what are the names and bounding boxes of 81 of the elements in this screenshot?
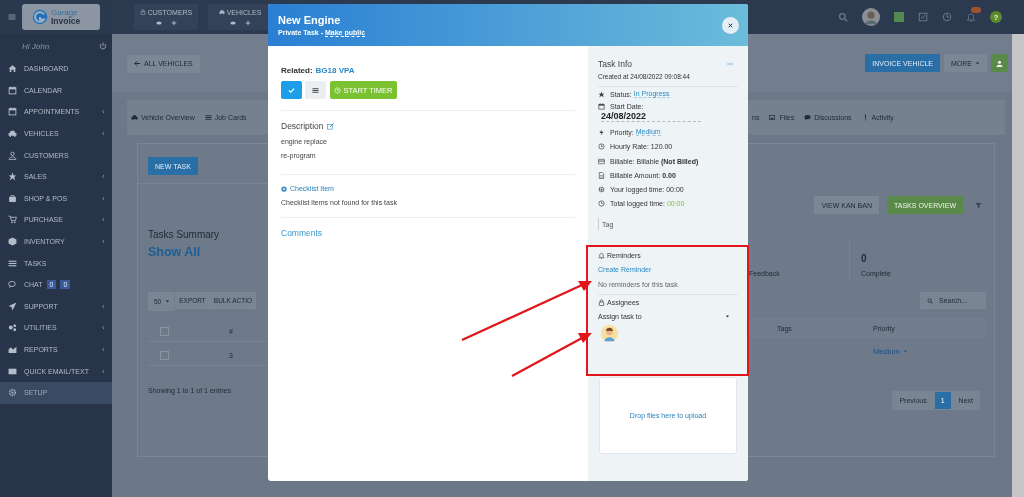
- card-icon: [598, 157, 605, 165]
- user-button[interactable]: [991, 54, 1008, 72]
- plane-icon: [8, 301, 17, 311]
- filter-icon[interactable]: [975, 201, 982, 209]
- scrollbar[interactable]: [1012, 34, 1024, 497]
- bolt-icon: [598, 128, 605, 136]
- assignee-avatar[interactable]: [601, 325, 618, 343]
- checklist-button[interactable]: [305, 81, 326, 99]
- menu-icon[interactable]: [8, 13, 16, 21]
- image-icon: [769, 114, 777, 121]
- bag-icon: [8, 193, 17, 203]
- chart-icon: [8, 345, 17, 354]
- checkbox[interactable]: [160, 326, 169, 336]
- lock-icon: [139, 9, 146, 15]
- logo[interactable]: Garage Invoice: [22, 4, 100, 30]
- logo-text: Invoice: [51, 17, 81, 25]
- stat-value: 0: [861, 253, 868, 264]
- chat-icon: [8, 280, 17, 290]
- related-label: Related:: [281, 66, 313, 75]
- power-icon[interactable]: [99, 42, 107, 50]
- list-icon: [312, 86, 319, 94]
- envelope-icon: [8, 366, 17, 376]
- home-icon: [8, 64, 17, 74]
- person-icon: [996, 59, 1003, 67]
- plus-icon[interactable]: [170, 19, 177, 26]
- close-icon: [727, 21, 734, 29]
- check-icon: [288, 86, 295, 94]
- search-icon: [927, 297, 933, 304]
- star-icon: [598, 90, 605, 98]
- bubble-icon: [804, 114, 812, 121]
- lock-icon: [598, 299, 605, 307]
- list-icon: [8, 258, 17, 268]
- related-link[interactable]: BG18 VPA: [315, 66, 355, 75]
- calendar-icon: [8, 107, 17, 117]
- star-icon: [8, 172, 17, 182]
- clock-icon: [598, 143, 605, 151]
- help-button[interactable]: ?: [990, 11, 1002, 23]
- bell-icon[interactable]: [966, 12, 976, 22]
- calendar-icon: [598, 103, 605, 111]
- section-title: Description: [281, 121, 324, 131]
- plus-circle-icon: [281, 185, 287, 192]
- cube-icon: [8, 237, 17, 247]
- car-icon: [218, 9, 225, 15]
- clock-icon: [598, 200, 605, 208]
- notification-badge: [971, 7, 981, 13]
- section-title: Task Info: [598, 59, 633, 69]
- date-field[interactable]: 24/08/2022: [601, 111, 701, 123]
- car-icon: [131, 114, 138, 121]
- eye-icon[interactable]: [229, 19, 236, 26]
- close-button[interactable]: [722, 16, 739, 34]
- gear-icon: [8, 388, 17, 398]
- logo-text: Garage: [51, 9, 78, 17]
- caret-icon: [975, 60, 980, 66]
- dialog-title: New Engine: [278, 14, 342, 26]
- avatar[interactable]: [862, 8, 880, 26]
- search-icon[interactable]: [838, 12, 848, 22]
- complete-button[interactable]: [281, 81, 302, 99]
- bell-icon: [598, 252, 605, 260]
- eye-icon[interactable]: [155, 19, 162, 26]
- calendar-icon: [8, 85, 17, 95]
- comments-title[interactable]: Comments: [281, 228, 323, 238]
- logo-mark-icon: [32, 9, 48, 25]
- cart-icon: [8, 215, 17, 225]
- gear-icon: [598, 186, 605, 194]
- checkbox-icon[interactable]: [918, 12, 928, 22]
- user-greeting: Hi John: [22, 41, 50, 51]
- document-icon: [598, 171, 605, 179]
- edit-icon[interactable]: [326, 122, 334, 130]
- chevron-down-icon: [165, 299, 171, 304]
- car-icon: [8, 129, 17, 139]
- plus-icon[interactable]: [244, 19, 251, 26]
- clock-icon[interactable]: [942, 12, 952, 22]
- caret-icon: [902, 348, 908, 354]
- summary-title: Tasks Summary: [148, 229, 220, 240]
- list-icon: [204, 114, 212, 121]
- caret-icon: [725, 314, 730, 320]
- back-arrow-icon: [134, 60, 141, 68]
- clock-icon: [334, 86, 342, 94]
- gears-icon: [8, 323, 17, 333]
- person-icon: [8, 150, 17, 160]
- checkbox[interactable]: [160, 350, 169, 360]
